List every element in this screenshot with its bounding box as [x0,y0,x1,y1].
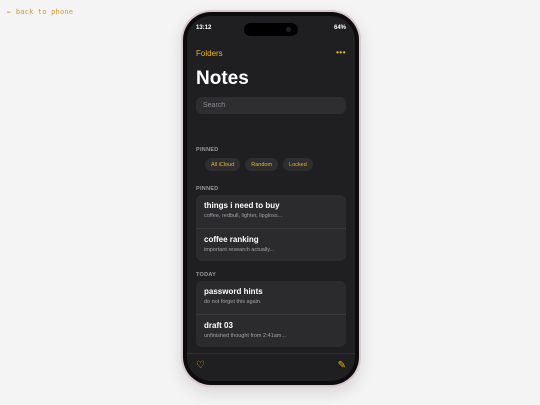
note-preview: do not forget this again. [204,299,262,305]
compose-icon[interactable]: ✎ [338,360,346,371]
status-battery: 64% [333,25,346,31]
note-title: coffee ranking [204,235,259,244]
back-to-phone-link[interactable]: ← back to phone [7,8,73,16]
status-time: 13:12 [196,25,212,31]
note-title: password hints [204,287,263,296]
heart-icon[interactable]: ♡ [196,360,205,371]
page-title: Notes [196,68,249,89]
phone-frame: 13:12 64% Folders ••• Notes PINNED All i… [181,10,361,387]
note-title: things i need to buy [204,201,280,210]
today-notes-group: password hints do not forget this again.… [196,281,346,347]
today-section-label: TODAY [196,272,217,278]
note-item[interactable]: draft 03 unfinished thought from 2:41am.… [196,314,346,347]
pinned-notes-group: things i need to buy coffee, redbull, li… [196,195,346,261]
pinned-section-label: PINNED [196,186,219,192]
phone-screen: 13:12 64% Folders ••• Notes PINNED All i… [187,16,355,381]
note-title: draft 03 [204,321,233,330]
note-preview: coffee, redbull, lighter, lipgloss... [204,213,283,219]
more-options-icon[interactable]: ••• [336,48,346,57]
chip-locked[interactable]: Locked [283,158,313,171]
bottom-toolbar: ♡ ✎ [187,353,355,381]
phone-bezel: 13:12 64% Folders ••• Notes PINNED All i… [183,12,359,385]
note-item[interactable]: password hints do not forget this again. [196,281,346,314]
folder-section-label: PINNED [196,147,219,153]
folder-chips: All iCloud Random Locked [205,158,313,171]
camera-icon [286,27,291,32]
note-preview: unfinished thought from 2:41am... [204,333,286,339]
folders-back-button[interactable]: Folders [196,49,223,58]
search-input[interactable] [196,97,346,114]
chip-random[interactable]: Random [245,158,279,171]
note-item[interactable]: things i need to buy coffee, redbull, li… [196,195,346,228]
dynamic-island [244,23,298,36]
chip-all-icloud[interactable]: All iCloud [205,158,241,171]
note-preview: important research actually... [204,247,275,253]
note-item[interactable]: coffee ranking important research actual… [196,228,346,261]
